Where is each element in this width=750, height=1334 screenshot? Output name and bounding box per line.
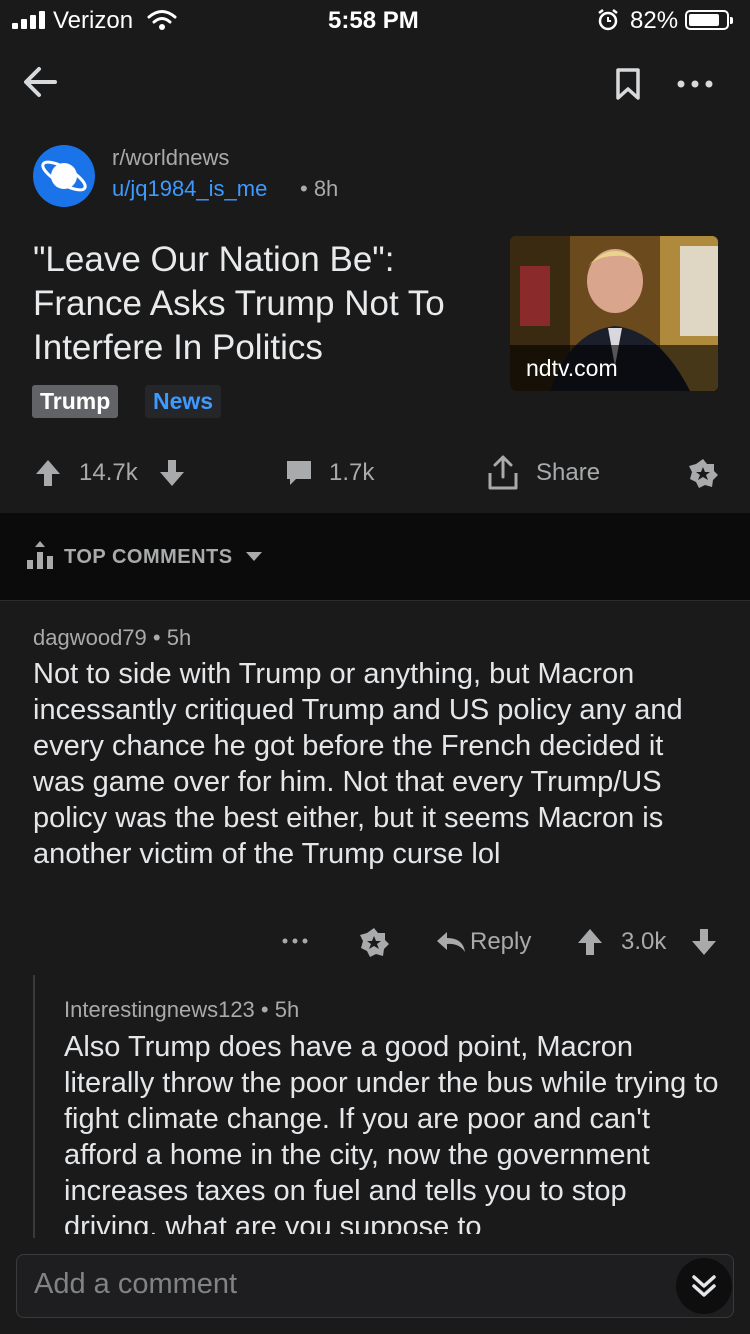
more-options-button[interactable] bbox=[670, 62, 720, 106]
carrier-label: Verizon bbox=[53, 7, 134, 34]
subreddit-icon[interactable] bbox=[33, 145, 95, 207]
comment-author[interactable]: Interestingnews123 bbox=[64, 997, 255, 1022]
upvote-arrow-icon bbox=[578, 929, 602, 955]
share-label[interactable]: Share bbox=[536, 459, 600, 487]
downvote-arrow-icon bbox=[692, 929, 716, 955]
reply-button[interactable] bbox=[434, 928, 468, 956]
share-icon bbox=[488, 455, 518, 490]
bookmark-icon bbox=[616, 68, 640, 100]
comments-button[interactable] bbox=[283, 456, 315, 490]
award-star-icon bbox=[360, 928, 389, 957]
comments-sort-label[interactable]: TOP COMMENTS bbox=[64, 546, 233, 569]
upvote-arrow-icon bbox=[36, 460, 60, 486]
battery-fill bbox=[689, 14, 719, 26]
battery-percent: 82% bbox=[630, 7, 679, 34]
clock: 5:58 PM bbox=[328, 7, 419, 34]
back-button[interactable] bbox=[18, 60, 62, 104]
award-button[interactable] bbox=[684, 454, 722, 492]
battery-icon bbox=[685, 10, 733, 30]
comment-age: • 5h bbox=[260, 997, 300, 1022]
chevron-down-icon bbox=[246, 552, 262, 561]
thread-line[interactable] bbox=[33, 975, 35, 1240]
post-age: • 8h bbox=[300, 176, 339, 201]
award-star-icon bbox=[689, 459, 718, 488]
comment-score: 3.0k bbox=[621, 928, 667, 955]
wifi-icon bbox=[147, 10, 177, 30]
planet-icon bbox=[41, 160, 87, 192]
add-comment-placeholder[interactable]: Add a comment bbox=[34, 1268, 237, 1301]
link-thumbnail[interactable]: ndtv.com bbox=[510, 236, 718, 391]
comment-bubble-icon bbox=[287, 461, 311, 485]
reply-author-meta: Interestingnews123 • 5h bbox=[64, 997, 299, 1023]
status-bar: Verizon 5:58 PM 82% bbox=[0, 0, 750, 40]
subreddit-name[interactable]: r/worldnews bbox=[112, 145, 229, 171]
signal-icon bbox=[12, 11, 46, 29]
reply-label[interactable]: Reply bbox=[470, 928, 531, 956]
downvote-button[interactable] bbox=[156, 456, 188, 490]
share-button[interactable] bbox=[484, 454, 522, 492]
comment-age: • 5h bbox=[152, 625, 192, 650]
comment-author-meta: dagwood79 • 5h bbox=[33, 625, 191, 651]
collapse-comments-button[interactable] bbox=[676, 1258, 732, 1314]
divider bbox=[0, 600, 750, 601]
comments-count: 1.7k bbox=[329, 459, 375, 486]
post-title[interactable]: "Leave Our Nation Be": France Asks Trump… bbox=[33, 238, 483, 370]
reply-comment-body: Also Trump does have a good point, Macro… bbox=[64, 1031, 719, 1234]
comment-award-button[interactable] bbox=[356, 924, 392, 960]
comment-upvote-button[interactable] bbox=[575, 926, 605, 958]
flair-news[interactable]: News bbox=[145, 385, 222, 418]
post-score: 14.7k bbox=[79, 459, 138, 486]
upvote-button[interactable] bbox=[32, 456, 64, 490]
sort-top-icon bbox=[27, 541, 53, 569]
comment-downvote-button[interactable] bbox=[689, 926, 719, 958]
bookmark-button[interactable] bbox=[606, 62, 650, 106]
flair-trump[interactable]: Trump bbox=[32, 385, 119, 418]
post-author[interactable]: u/jq1984_is_me bbox=[112, 176, 267, 202]
more-options-icon bbox=[282, 938, 308, 944]
comment-author[interactable]: dagwood79 bbox=[33, 625, 147, 650]
more-options-icon bbox=[677, 80, 713, 88]
downvote-arrow-icon bbox=[160, 460, 184, 486]
back-arrow-icon bbox=[24, 67, 57, 97]
alarm-icon bbox=[598, 9, 618, 31]
comment-more-button[interactable] bbox=[278, 926, 312, 956]
link-domain: ndtv.com bbox=[510, 345, 718, 391]
comment-body: Not to side with Trump or anything, but … bbox=[33, 658, 683, 870]
reply-arrow-icon bbox=[437, 932, 465, 952]
double-chevron-down-icon bbox=[692, 1275, 716, 1297]
